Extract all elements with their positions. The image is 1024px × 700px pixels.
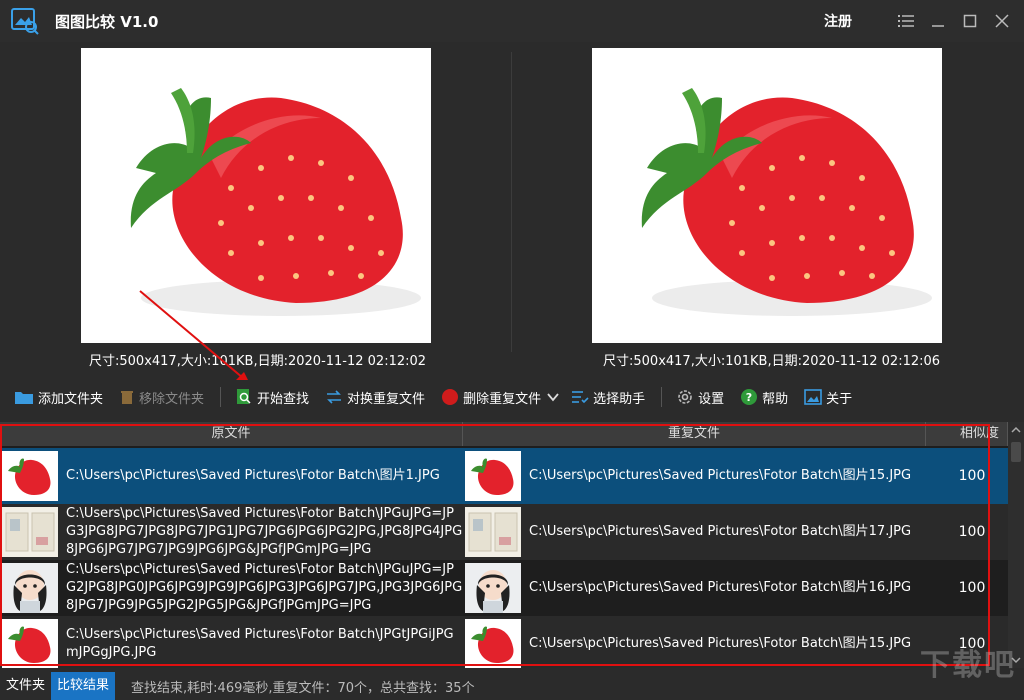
similarity-value: 100	[958, 524, 986, 540]
scroll-up-icon[interactable]	[1008, 422, 1024, 438]
duplicate-path: C:\Users\pc\Pictures\Saved Pictures\Foto…	[529, 636, 912, 651]
source-image-info: 尺寸:500x417,大小:101KB,日期:2020-11-12 02:12:…	[89, 354, 427, 369]
help-label: 帮助	[762, 391, 789, 407]
folder-icon	[15, 392, 33, 404]
search-file-icon	[237, 389, 251, 404]
source-thumbnail	[2, 619, 58, 668]
trash-icon	[121, 391, 134, 404]
duplicate-path: C:\Users\pc\Pictures\Saved Pictures\Foto…	[529, 580, 912, 595]
chevron-down-icon	[547, 393, 559, 402]
header-similarity[interactable]: 相似度	[926, 422, 1008, 446]
about-button[interactable]: 关于	[804, 388, 852, 407]
source-thumbnail	[2, 451, 58, 501]
settings-label: 设置	[698, 391, 725, 407]
table-row[interactable]: C:\Users\pc\Pictures\Saved Pictures\Foto…	[0, 616, 1008, 668]
select-helper-button[interactable]: 选择助手	[571, 388, 645, 407]
preview-divider	[511, 52, 512, 352]
similarity-value: 100	[958, 468, 986, 484]
source-path: C:\Users\pc\Pictures\Saved Pictures\Foto…	[66, 562, 463, 613]
minimize-icon[interactable]	[922, 0, 954, 42]
delete-circle-icon	[442, 389, 459, 405]
settings-button[interactable]: 设置	[676, 388, 724, 407]
remove-folder-button[interactable]: 移除文件夹	[119, 388, 204, 407]
source-thumbnail	[2, 563, 58, 613]
app-title: 图图比较 V1.0	[55, 12, 159, 31]
tab-folder[interactable]: 文件夹	[0, 672, 51, 700]
gear-icon	[678, 390, 692, 404]
swap-icon	[327, 390, 342, 404]
scrollbar-thumb[interactable]	[1011, 442, 1021, 462]
table-row[interactable]: C:\Users\pc\Pictures\Saved Pictures\Foto…	[0, 560, 1008, 616]
source-thumbnail	[2, 507, 58, 557]
add-folder-label: 添加文件夹	[38, 391, 104, 407]
close-icon[interactable]	[986, 0, 1018, 42]
duplicate-thumbnail	[465, 619, 521, 668]
toolbar: 添加文件夹 移除文件夹 开始查找 对换重复文件 删除重复文件 选择助手 设置 ?…	[0, 380, 1024, 414]
duplicate-thumbnail	[465, 451, 521, 501]
duplicate-path: C:\Users\pc\Pictures\Saved Pictures\Foto…	[529, 524, 912, 539]
duplicate-thumbnail	[465, 507, 521, 557]
svg-text:?: ?	[746, 391, 752, 404]
start-search-label: 开始查找	[257, 391, 310, 407]
source-path: C:\Users\pc\Pictures\Saved Pictures\Foto…	[66, 627, 454, 660]
source-path: C:\Users\pc\Pictures\Saved Pictures\Foto…	[66, 468, 440, 483]
table-row[interactable]: C:\Users\pc\Pictures\Saved Pictures\Foto…	[0, 448, 1008, 504]
status-text: 查找结束,耗时:469毫秒,重复文件：70个，总共查找：35个	[131, 680, 475, 696]
source-path: C:\Users\pc\Pictures\Saved Pictures\Foto…	[66, 506, 463, 557]
table-scrollbar[interactable]	[1008, 422, 1024, 668]
delete-duplicates-label: 删除重复文件	[463, 391, 542, 407]
toolbar-separator	[220, 387, 222, 407]
duplicate-path: C:\Users\pc\Pictures\Saved Pictures\Foto…	[529, 468, 912, 483]
image-info-icon	[804, 389, 822, 405]
preview-panel: 尺寸:500x417,大小:101KB,日期:2020-11-12 02:12:…	[0, 42, 1024, 378]
watermark: 下载吧	[920, 648, 1016, 683]
duplicate-image-info: 尺寸:500x417,大小:101KB,日期:2020-11-12 02:12:…	[603, 354, 941, 369]
register-button[interactable]: 注册	[824, 11, 852, 31]
delete-options-dropdown[interactable]	[547, 392, 563, 402]
select-helper-label: 选择助手	[593, 391, 646, 407]
list-check-icon	[572, 391, 589, 404]
delete-duplicates-button[interactable]: 删除重复文件	[441, 388, 541, 407]
title-bar: 图图比较 V1.0 注册	[0, 0, 1024, 42]
swap-duplicates-button[interactable]: 对换重复文件	[325, 388, 425, 407]
tab-results[interactable]: 比较结果	[51, 672, 116, 700]
status-bar: 文件夹 比较结果 查找结束,耗时:469毫秒,重复文件：70个，总共查找：35个	[0, 672, 1024, 700]
similarity-value: 100	[958, 580, 986, 596]
table-row[interactable]: C:\Users\pc\Pictures\Saved Pictures\Foto…	[0, 504, 1008, 560]
help-button[interactable]: ? 帮助	[740, 388, 788, 407]
duplicate-image-preview	[592, 48, 942, 343]
maximize-icon[interactable]	[954, 0, 986, 42]
source-image-preview	[81, 48, 431, 343]
duplicate-thumbnail	[465, 563, 521, 613]
start-search-button[interactable]: 开始查找	[235, 388, 309, 407]
remove-folder-label: 移除文件夹	[139, 391, 205, 407]
add-folder-button[interactable]: 添加文件夹	[14, 388, 103, 407]
help-icon: ?	[741, 389, 758, 405]
header-duplicate[interactable]: 重复文件	[463, 422, 926, 446]
results-table: 原文件 重复文件 相似度 C:\Users\pc\Pictures\Saved …	[0, 422, 1024, 668]
header-source[interactable]: 原文件	[0, 422, 463, 446]
swap-duplicates-label: 对换重复文件	[347, 391, 426, 407]
table-header: 原文件 重复文件 相似度	[0, 422, 1008, 446]
app-logo-icon	[11, 7, 39, 35]
toolbar-separator	[661, 387, 663, 407]
about-label: 关于	[826, 391, 853, 407]
menu-icon[interactable]	[890, 0, 922, 42]
